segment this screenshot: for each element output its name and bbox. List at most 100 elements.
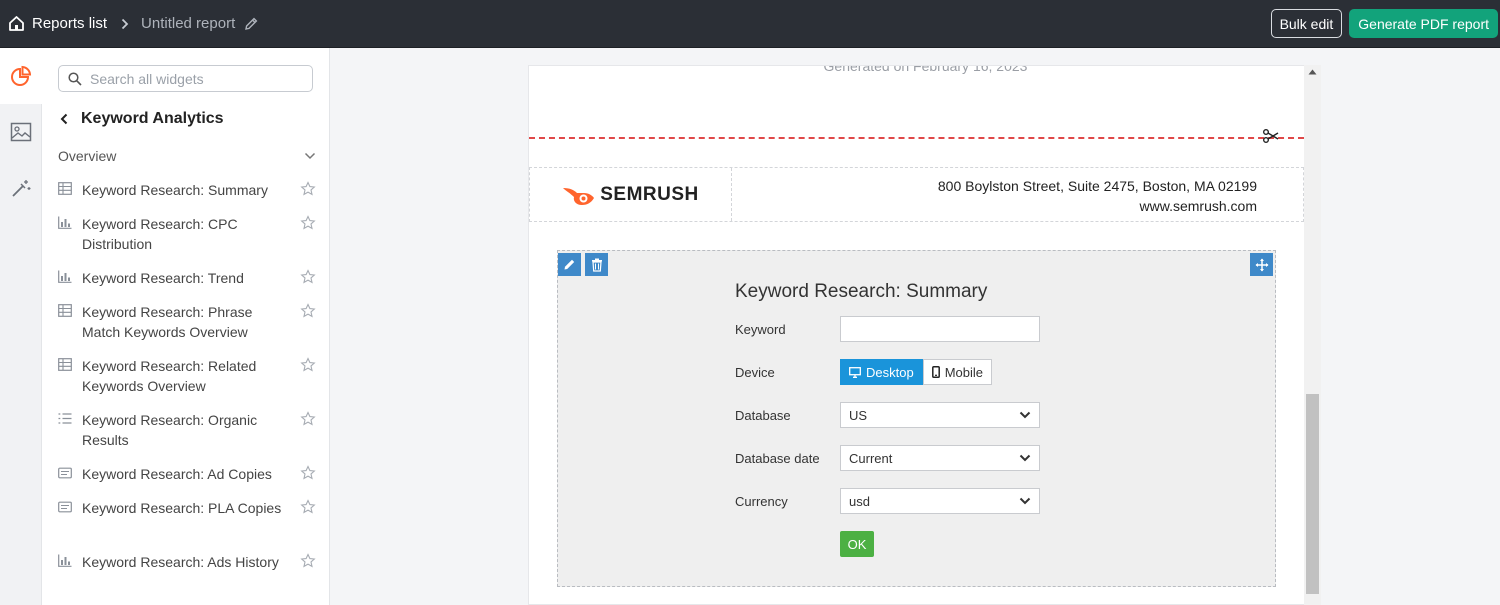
images-tab[interactable]	[0, 104, 42, 160]
chevron-down-icon	[1019, 411, 1031, 419]
widget-item[interactable]: Keyword Research: Organic Results	[58, 410, 316, 464]
widget-item[interactable]: Keyword Research: Related Keywords Overv…	[58, 356, 316, 410]
device-toggle: Desktop Mobile	[840, 359, 992, 385]
page-break-line	[529, 137, 1304, 139]
star-icon[interactable]	[300, 465, 316, 481]
reports-list-link[interactable]: Reports list	[8, 15, 107, 32]
keyword-label: Keyword	[735, 321, 786, 337]
overview-group[interactable]: Overview	[58, 148, 316, 164]
search-input[interactable]	[90, 70, 300, 87]
table-icon	[58, 180, 82, 214]
widget-item[interactable]: Keyword Research: CPC Distribution	[58, 214, 316, 268]
mobile-icon	[931, 366, 940, 378]
widget-item-label: Keyword Research: Ad Copies	[82, 466, 272, 482]
star-icon[interactable]	[300, 553, 316, 569]
currency-select[interactable]: usd	[840, 488, 1040, 514]
widget-title: Keyword Research: Summary	[735, 281, 988, 302]
widget-item[interactable]: Keyword Research: PLA Copies	[58, 498, 316, 552]
bar-chart-icon	[58, 268, 82, 302]
device-label: Device	[735, 364, 775, 380]
currency-label: Currency	[735, 493, 788, 509]
ad-icon	[58, 498, 82, 552]
widget-item-label: Keyword Research: Organic Results	[82, 412, 258, 448]
widget-item[interactable]: Keyword Research: Trend	[58, 268, 316, 302]
star-icon[interactable]	[300, 499, 316, 515]
pencil-icon	[564, 259, 575, 270]
widget-item-label: Keyword Research: Ads History	[82, 554, 279, 570]
ad-icon	[58, 464, 82, 498]
database-date-label: Database date	[735, 450, 820, 466]
database-date-select[interactable]: Current	[840, 445, 1040, 471]
widget-item[interactable]: Keyword Research: Summary	[58, 180, 316, 214]
edit-widget-button[interactable]	[558, 253, 581, 276]
magic-wand-icon	[12, 180, 31, 197]
widget-settings-form: Keyword Research: Summary Keyword Device…	[735, 281, 1045, 574]
widget-item-label: Keyword Research: Phrase Match Keywords …	[82, 304, 253, 340]
image-icon	[10, 122, 32, 142]
address-line: 800 Boylston Street, Suite 2475, Boston,…	[937, 178, 1257, 194]
canvas-scrollbar[interactable]	[1304, 65, 1321, 605]
star-icon[interactable]	[300, 303, 316, 319]
search-icon	[68, 71, 82, 86]
star-icon[interactable]	[300, 357, 316, 373]
database-label: Database	[735, 407, 791, 423]
home-icon	[9, 16, 24, 31]
bar-chart-icon	[58, 552, 82, 605]
widget-item-label: Keyword Research: Related Keywords Overv…	[82, 358, 257, 394]
scroll-up-icon[interactable]	[1308, 69, 1317, 75]
ok-button[interactable]: OK	[840, 531, 874, 557]
desktop-icon	[849, 366, 861, 378]
company-website: www.semrush.com	[1139, 198, 1257, 214]
chevron-right-icon	[121, 18, 129, 30]
semrush-flame-icon	[563, 187, 595, 205]
back-to-categories[interactable]: Keyword Analytics	[60, 110, 224, 128]
widget-item-label: Keyword Research: CPC Distribution	[82, 216, 238, 252]
widgets-sidebar: Keyword Analytics Overview Keyword Resea…	[42, 48, 330, 605]
bulk-edit-button[interactable]: Bulk edit	[1270, 9, 1343, 38]
keyword-input[interactable]	[840, 316, 1040, 342]
device-desktop-option[interactable]: Desktop	[840, 359, 923, 385]
widget-item[interactable]: Keyword Research: Phrase Match Keywords …	[58, 302, 316, 356]
widget-item-label: Keyword Research: Trend	[82, 270, 244, 286]
widget-item-label: Keyword Research: PLA Copies	[82, 500, 282, 516]
widget-item[interactable]: Keyword Research: Ads History	[58, 552, 316, 605]
table-icon	[58, 302, 82, 356]
database-select[interactable]: US	[840, 402, 1040, 428]
list-icon	[58, 410, 82, 464]
custom-widget-tab[interactable]	[0, 160, 42, 216]
star-icon[interactable]	[300, 411, 316, 427]
scrollbar-thumb[interactable]	[1306, 394, 1319, 594]
overview-label: Overview	[58, 148, 117, 164]
widget-list: Keyword Research: Summary Keyword Resear…	[58, 180, 316, 605]
widgets-tab[interactable]	[0, 48, 42, 104]
scissors-icon[interactable]	[1262, 127, 1280, 150]
star-icon[interactable]	[300, 269, 316, 285]
chevron-down-icon	[304, 152, 316, 160]
generate-pdf-button[interactable]: Generate PDF report	[1349, 9, 1498, 38]
chevron-down-icon	[1019, 497, 1031, 505]
report-page: Generated on February 16, 2023 SEMRUSH 8…	[528, 65, 1321, 605]
chevron-down-icon	[1019, 454, 1031, 462]
company-address: 800 Boylston Street, Suite 2475, Boston,…	[732, 168, 1303, 221]
widget-item-label: Keyword Research: Summary	[82, 182, 268, 198]
generated-date: Generated on February 16, 2023	[823, 65, 1028, 74]
move-icon	[1255, 258, 1268, 271]
star-icon[interactable]	[300, 181, 316, 197]
keyword-summary-widget[interactable]: Keyword Research: Summary Keyword Device…	[557, 250, 1276, 587]
bar-chart-icon	[58, 214, 82, 268]
icon-rail	[0, 48, 42, 605]
section-title: Keyword Analytics	[81, 110, 224, 127]
table-icon	[58, 356, 82, 410]
trash-icon	[591, 258, 602, 272]
report-title[interactable]: Untitled report	[141, 15, 235, 32]
delete-widget-button[interactable]	[585, 253, 608, 276]
report-header[interactable]: SEMRUSH 800 Boylston Street, Suite 2475,…	[529, 167, 1304, 222]
edit-title-icon[interactable]	[243, 16, 259, 32]
move-widget-button[interactable]	[1250, 253, 1273, 276]
reports-list-label: Reports list	[32, 15, 108, 32]
widget-item[interactable]: Keyword Research: Ad Copies	[58, 464, 316, 498]
device-mobile-option[interactable]: Mobile	[922, 359, 992, 385]
top-bar: Reports list Untitled report Bulk edit G…	[0, 0, 1500, 48]
pie-chart-icon	[11, 65, 32, 86]
star-icon[interactable]	[300, 215, 316, 231]
